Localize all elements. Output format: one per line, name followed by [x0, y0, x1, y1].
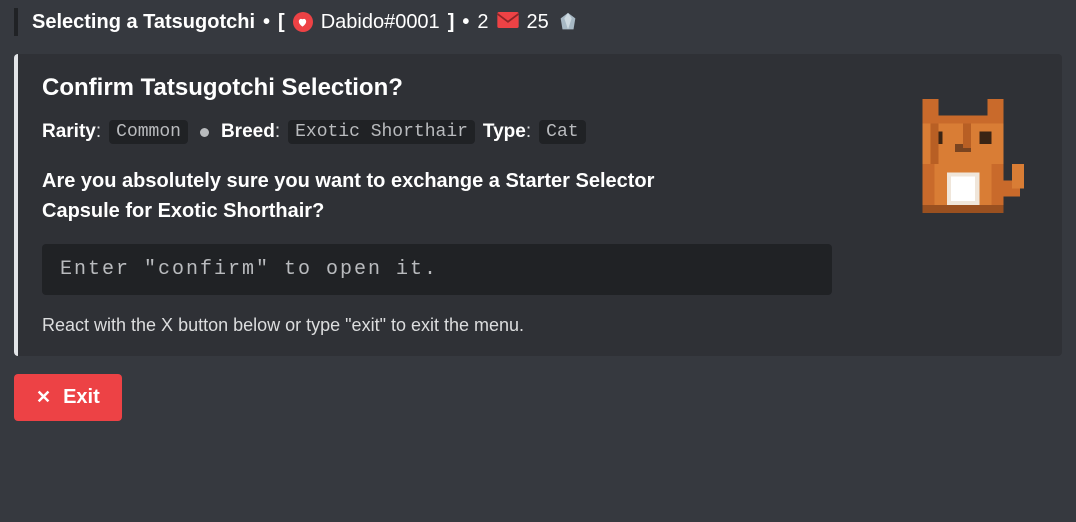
confirm-target: Exotic Shorthair: [158, 200, 312, 222]
header-title: Selecting a Tatsugotchi: [32, 11, 255, 34]
separator-dot: •: [263, 11, 270, 34]
confirm-text: Are you absolutely sure you want to exch…: [42, 166, 682, 226]
gem-icon: [557, 11, 579, 33]
embed-title: Confirm Tatsugotchi Selection?: [42, 74, 878, 102]
confirm-mid: for: [120, 200, 158, 222]
exit-button-label: Exit: [63, 386, 100, 409]
close-icon: ✕: [36, 387, 51, 408]
confirm-prefix: Are you absolutely sure you want to exch…: [42, 170, 505, 192]
exit-button[interactable]: ✕ Exit: [14, 374, 122, 421]
breed-label: Breed: [221, 121, 275, 142]
rarity-value: Common: [109, 120, 188, 144]
bracket-open: [: [278, 11, 285, 34]
footer-text: React with the X button below or type "e…: [42, 315, 878, 336]
bracket-close: ]: [448, 11, 455, 34]
username: Dabido#0001: [321, 11, 440, 34]
envelope-icon: [497, 12, 519, 32]
separator-dot-2: •: [462, 11, 469, 34]
confirm-suffix: ?: [312, 200, 324, 222]
breed-value: Exotic Shorthair: [288, 120, 475, 144]
pet-thumbnail: [898, 74, 1038, 336]
type-value: Cat: [539, 120, 585, 144]
type-label: Type: [483, 121, 526, 142]
code-instruction: Enter "confirm" to open it.: [42, 244, 832, 295]
embed-card: Confirm Tatsugotchi Selection? Rarity: C…: [14, 54, 1062, 356]
embed-header: Selecting a Tatsugotchi • [ Dabido#0001 …: [14, 8, 1062, 36]
bullet-icon: [200, 128, 209, 137]
count-mail: 2: [477, 11, 488, 34]
count-badge: 25: [527, 11, 549, 34]
heart-icon: [293, 12, 313, 32]
rarity-label: Rarity: [42, 121, 96, 142]
meta-row: Rarity: Common Breed: Exotic Shorthair T…: [42, 120, 878, 144]
